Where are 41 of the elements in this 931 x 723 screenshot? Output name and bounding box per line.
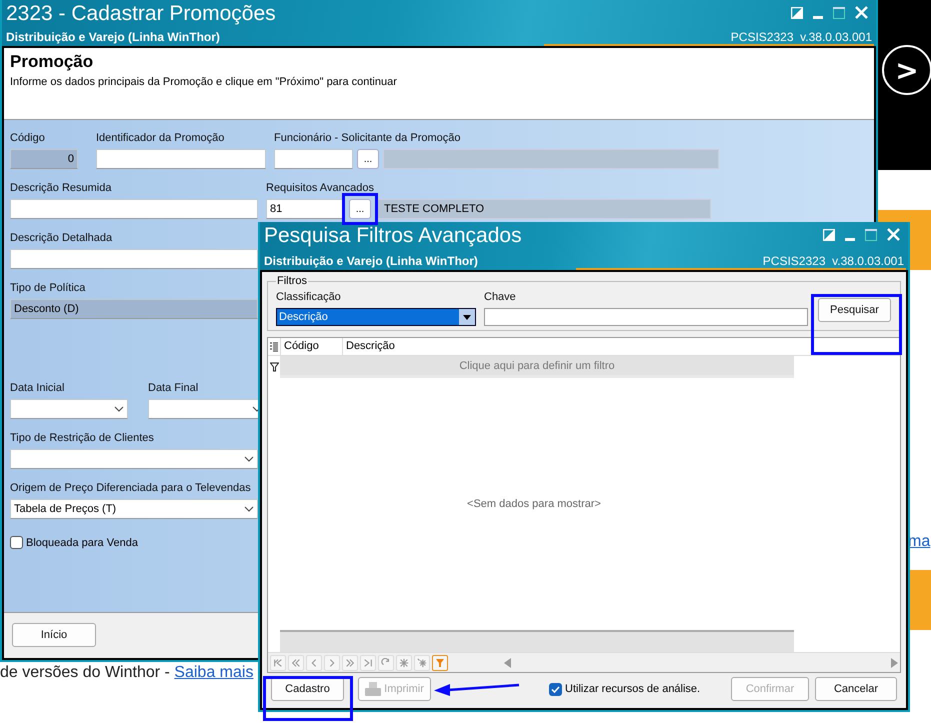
lookup-button[interactable]: ... xyxy=(357,149,379,169)
group-title: Filtros xyxy=(276,275,308,287)
readonly-field: TESTE COMPLETO xyxy=(375,199,711,219)
section-title: Promoção xyxy=(10,52,94,72)
field-label: Tipo de Política xyxy=(10,282,86,296)
field-label: Classificação xyxy=(276,291,341,305)
search-button[interactable]: Pesquisar xyxy=(818,298,891,322)
version-text: PCSIS2323 v.38.0.03.001 xyxy=(730,30,872,44)
column-header[interactable]: Código xyxy=(280,338,342,355)
checkbox-label: Utilizar recursos de análise. xyxy=(565,683,700,695)
instruction-text: Informe os dados principais da Promoção e clique em "Próximo" para continuar xyxy=(10,76,397,88)
dropdown[interactable]: Tabela de Preços (T) xyxy=(10,499,258,519)
dropdown[interactable]: Desconto (D) xyxy=(10,299,258,319)
field-label: Data Final xyxy=(148,382,198,396)
field-label: Tipo de Restrição de Clientes xyxy=(10,432,154,446)
field-label: Identificador da Promoção xyxy=(96,132,224,146)
version-text: PCSIS2323 v.38.0.03.001 xyxy=(762,254,904,268)
field-label: Data Inicial xyxy=(10,382,64,396)
field-label: Descrição Resumida xyxy=(10,182,112,196)
field-label: Funcionário - Solicitante da Promoção xyxy=(274,132,460,146)
lookup-button[interactable]: ... xyxy=(349,199,371,219)
input-field[interactable]: 81 xyxy=(266,199,345,219)
input-field[interactable]: 0 xyxy=(10,149,78,169)
checkbox-label: Bloqueada para Venda xyxy=(26,536,138,548)
dropdown[interactable]: Descrição xyxy=(276,308,476,326)
field-label: Descrição Detalhada xyxy=(10,232,112,246)
field-label: Requisitos Avancados xyxy=(266,182,374,196)
empty-message: <Sem dados para mostrar> xyxy=(466,497,602,512)
link[interactable]: Saiba mais xyxy=(174,664,254,682)
register-button[interactable]: Cadastro xyxy=(271,677,344,701)
field-label: Código xyxy=(10,132,45,146)
column-header[interactable]: Descrição xyxy=(342,338,398,355)
window-subtitle: Distribuição e Varejo (Linha WinThor) xyxy=(264,254,478,268)
field-label: Chave xyxy=(484,291,516,305)
window-title: Pesquisa Filtros Avançados xyxy=(264,224,522,248)
window-title: 2323 - Cadastrar Promoções xyxy=(6,2,276,26)
cancel-button[interactable]: Cancelar xyxy=(815,677,897,701)
window-subtitle: Distribuição e Varejo (Linha WinThor) xyxy=(6,30,220,44)
field-label: Origem de Preço Diferenciada para o Televendas xyxy=(10,482,251,496)
start-button[interactable]: Início xyxy=(12,623,96,647)
footer-text: de versões do Winthor - xyxy=(0,664,171,682)
